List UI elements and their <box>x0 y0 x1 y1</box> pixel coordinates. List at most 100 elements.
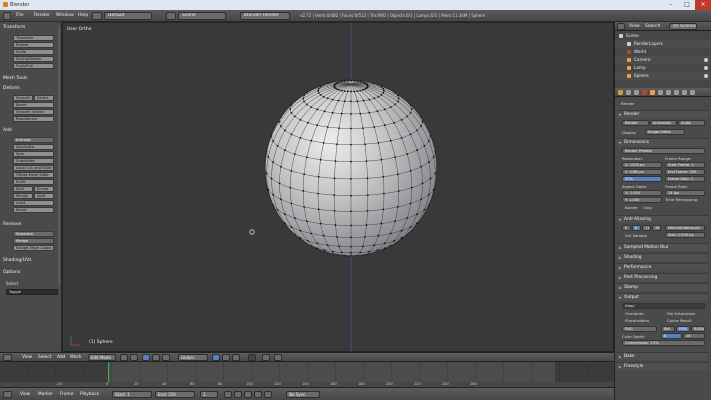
mesh-vertex[interactable] <box>336 236 338 238</box>
mesh-vertex[interactable] <box>397 190 400 192</box>
mesh-vertex[interactable] <box>423 144 426 147</box>
mesh-vertex[interactable] <box>359 112 362 115</box>
mesh-vertex[interactable] <box>350 113 352 115</box>
play-icon[interactable] <box>244 391 252 398</box>
eye-icon[interactable] <box>704 58 708 62</box>
prev-keyframe-icon[interactable] <box>234 391 242 398</box>
randomize-button[interactable]: Randomize <box>13 116 54 122</box>
rotate-manipulator-icon[interactable] <box>162 354 170 361</box>
mesh-vertex[interactable] <box>362 127 364 129</box>
mesh-vertex[interactable] <box>359 80 362 83</box>
mesh-vertex[interactable] <box>343 100 346 103</box>
mesh-vertex[interactable] <box>362 81 364 84</box>
mesh-vertex[interactable] <box>299 237 302 239</box>
mesh-vertex[interactable] <box>364 236 366 238</box>
mesh-vertex[interactable] <box>428 193 430 196</box>
compression-slider[interactable]: Compression: 15% <box>622 340 705 346</box>
panel-render[interactable]: Render <box>617 110 708 119</box>
mesh-vertex[interactable] <box>317 208 320 211</box>
mesh-vertex[interactable] <box>365 160 368 163</box>
mesh-vertex[interactable] <box>346 90 349 93</box>
mesh-vertex[interactable] <box>350 210 352 213</box>
mesh-vertex[interactable] <box>289 108 292 110</box>
mesh-vertex[interactable] <box>334 224 337 226</box>
mesh-vertex[interactable] <box>365 224 368 226</box>
mesh-vertex[interactable] <box>380 85 383 88</box>
mesh-vertex[interactable] <box>322 234 325 237</box>
panel-stamp[interactable]: Stamp <box>617 283 708 292</box>
uv-sphere-mesh[interactable] <box>264 79 438 257</box>
mesh-vertex[interactable] <box>337 99 340 102</box>
mesh-vertex[interactable] <box>323 249 326 252</box>
spin-button[interactable]: Spin <box>13 186 33 192</box>
mesh-vertex[interactable] <box>394 103 396 106</box>
eye-icon[interactable] <box>704 74 708 78</box>
mesh-vertex[interactable] <box>280 198 282 201</box>
mesh-vertex[interactable] <box>302 97 305 100</box>
menu-view[interactable]: View <box>20 392 30 397</box>
extrude-button[interactable]: Extrude <box>13 137 54 143</box>
mesh-vertex[interactable] <box>406 115 409 118</box>
push-pull-button[interactable]: Push/Pull <box>13 63 54 69</box>
mesh-vertex[interactable] <box>303 100 305 103</box>
edge-select-icon[interactable] <box>222 354 230 361</box>
mesh-vertex[interactable] <box>303 206 305 208</box>
mesh-vertex[interactable] <box>290 202 293 205</box>
color-mode-rgb[interactable]: RGB <box>676 326 690 332</box>
extrude-region-button[interactable]: Duplicate <box>13 144 54 150</box>
mesh-vertex[interactable] <box>420 165 422 168</box>
mesh-vertex[interactable] <box>306 103 308 106</box>
knife-button[interactable]: Knife <box>13 179 54 185</box>
mesh-vertex[interactable] <box>340 112 343 115</box>
select-mode-dropdown[interactable]: Toggle <box>6 289 58 295</box>
frame-rate-select[interactable]: 24 fps <box>665 190 705 196</box>
translate-manipulator-icon[interactable] <box>152 354 160 361</box>
mesh-vertex[interactable] <box>338 245 340 248</box>
file-format-select[interactable]: PNG <box>622 326 657 332</box>
mesh-vertex[interactable] <box>289 186 292 189</box>
mesh-vertex[interactable] <box>383 108 386 111</box>
mesh-vertex[interactable] <box>316 124 319 127</box>
mesh-vertex[interactable] <box>409 170 412 172</box>
mesh-vertex[interactable] <box>397 97 400 100</box>
mesh-vertex[interactable] <box>416 129 418 132</box>
mesh-vertex[interactable] <box>310 139 313 142</box>
menu-render[interactable]: Render <box>34 13 50 18</box>
texture-tab-icon[interactable] <box>690 90 695 95</box>
lamp-icon[interactable] <box>249 229 255 235</box>
cache-result-checkbox[interactable]: Cache Result <box>667 318 692 323</box>
mesh-vertex[interactable] <box>428 161 430 164</box>
world-tab-icon[interactable] <box>642 90 647 95</box>
mesh-vertex[interactable] <box>380 94 383 96</box>
panel-sampled-motion-blur[interactable]: Sampled Motion Blur <box>617 243 708 252</box>
maximize-icon[interactable]: □ <box>679 0 695 10</box>
mesh-vertex[interactable] <box>377 95 380 98</box>
extrude-individual-button[interactable]: Spin <box>13 151 54 157</box>
split-button[interactable]: Split <box>34 193 54 199</box>
aa-samples-11[interactable]: 11 <box>642 225 651 231</box>
mesh-vertex[interactable] <box>317 89 319 92</box>
mesh-vertex[interactable] <box>333 177 336 180</box>
offset-edge-slide-button[interactable]: Offset Edge Slide <box>13 172 54 178</box>
viewport-shading-icon[interactable] <box>120 354 128 361</box>
mesh-vertex[interactable] <box>340 89 343 92</box>
mesh-vertex[interactable] <box>322 95 325 98</box>
sync-select[interactable]: No Sync <box>286 391 320 398</box>
mesh-vertex[interactable] <box>293 217 296 220</box>
panel-freestyle[interactable]: Freestyle <box>617 362 708 371</box>
object-tab-icon[interactable] <box>650 90 655 95</box>
render-layers-tab-icon[interactable] <box>626 90 631 95</box>
placeholders-checkbox[interactable]: Placeholders <box>625 318 649 323</box>
mesh-vertex[interactable] <box>290 226 293 229</box>
material-tab-icon[interactable] <box>682 90 687 95</box>
frame-step-field[interactable]: Frame Step: 1 <box>665 176 705 182</box>
mesh-vertex[interactable] <box>409 111 412 114</box>
current-frame-cursor[interactable] <box>108 362 109 382</box>
mesh-vertex[interactable] <box>376 110 379 113</box>
mesh-vertex[interactable] <box>389 232 392 235</box>
mesh-vertex[interactable] <box>265 172 268 175</box>
mesh-vertex[interactable] <box>382 175 385 178</box>
mesh-vertex[interactable] <box>316 108 319 111</box>
mesh-vertex[interactable] <box>350 224 352 227</box>
mesh-vertex[interactable] <box>429 177 432 180</box>
